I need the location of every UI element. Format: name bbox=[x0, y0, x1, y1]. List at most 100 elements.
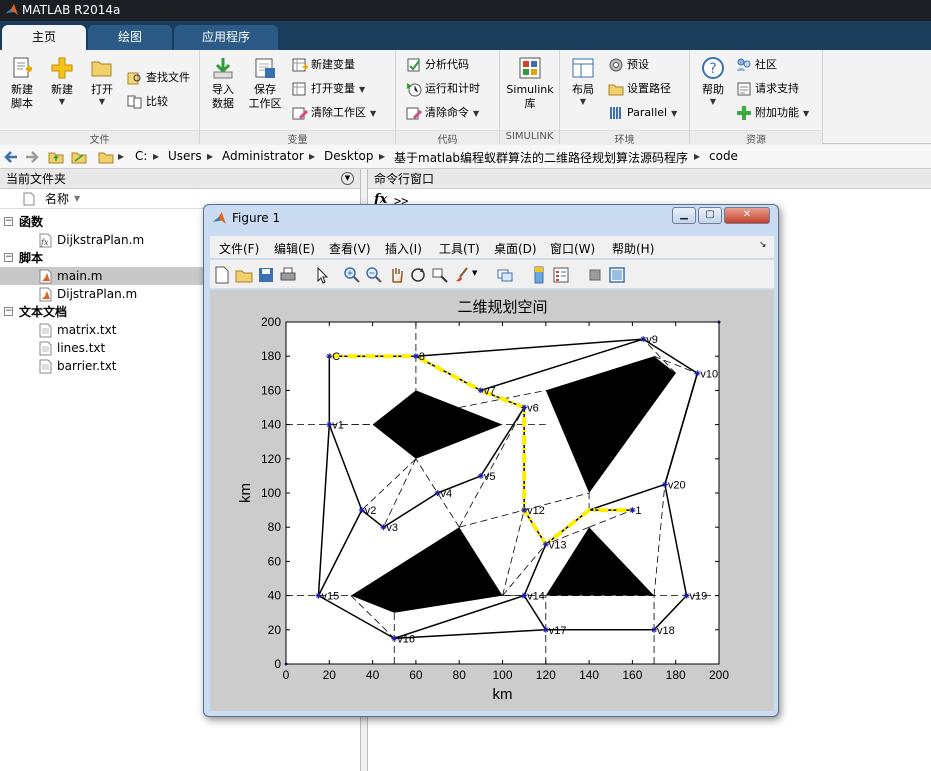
collapse-icon[interactable]: − bbox=[4, 253, 13, 262]
community-button[interactable]: 社区 bbox=[736, 55, 777, 75]
up-folder-icon[interactable] bbox=[48, 149, 64, 165]
collapse-icon[interactable]: − bbox=[4, 217, 13, 226]
open-icon[interactable] bbox=[235, 266, 253, 284]
zoom-in-icon[interactable] bbox=[343, 266, 361, 284]
minimize-button[interactable]: ▁ bbox=[672, 207, 696, 224]
open-variable-label: 打开变量 bbox=[311, 82, 355, 95]
brush-icon[interactable] bbox=[453, 266, 471, 284]
menu-window[interactable]: 窗口(W) bbox=[550, 240, 595, 257]
node-label: v15 bbox=[321, 591, 339, 603]
menu-insert[interactable]: 插入(I) bbox=[385, 240, 422, 257]
import-data-label: 导入 数据 bbox=[212, 83, 234, 110]
find-files-button[interactable]: 查找文件 bbox=[127, 68, 190, 88]
save-workspace-label: 保存 工作区 bbox=[248, 83, 282, 110]
collapse-icon[interactable]: − bbox=[4, 307, 13, 316]
maximize-button[interactable]: ▢ bbox=[698, 207, 722, 224]
breadcrumb-item[interactable]: Desktop bbox=[324, 149, 374, 163]
open-button[interactable]: 打开 ▼ bbox=[82, 56, 122, 107]
menu-view[interactable]: 查看(V) bbox=[329, 240, 371, 257]
parallel-button[interactable]: Parallel ▼ bbox=[608, 103, 677, 123]
close-button[interactable]: ✕ bbox=[724, 207, 770, 224]
figure-title-bar[interactable]: Figure 1 ▁ ▢ ✕ bbox=[204, 205, 778, 231]
chevron-down-icon[interactable]: ▼ bbox=[472, 269, 477, 277]
pointer-icon[interactable] bbox=[313, 266, 331, 284]
import-data-button[interactable]: 导入 数据 bbox=[203, 56, 243, 111]
simulink-library-button[interactable]: Simulink 库 bbox=[504, 56, 556, 111]
address-bar: ▸ C: ▸ Users ▸ Administrator ▸ Desktop ▸… bbox=[0, 145, 931, 169]
menu-file[interactable]: 文件(F) bbox=[219, 240, 259, 257]
clear-commands-button[interactable]: 清除命令 ▼ bbox=[406, 103, 479, 123]
y-axis-label: km bbox=[237, 483, 254, 503]
breadcrumb-item[interactable]: Users bbox=[168, 149, 202, 163]
show-plot-tools-icon[interactable] bbox=[608, 266, 626, 284]
colorbar-icon[interactable] bbox=[530, 266, 548, 284]
rotate-icon[interactable] bbox=[409, 266, 427, 284]
analyze-code-button[interactable]: 分析代码 bbox=[406, 55, 469, 75]
name-column-label: 名称 bbox=[45, 192, 70, 206]
chevron-down-icon: ▼ bbox=[671, 109, 678, 118]
panel-actions-icon[interactable]: ▼ bbox=[341, 172, 354, 185]
layout-button[interactable]: 布局 ▼ bbox=[563, 56, 603, 107]
back-arrow-icon[interactable] bbox=[3, 149, 19, 165]
x-tick-label: 200 bbox=[709, 668, 729, 682]
dock-arrow-icon[interactable]: ↘ bbox=[759, 240, 767, 250]
node-label: v7 bbox=[484, 385, 496, 397]
breadcrumb-item[interactable]: 基于matlab编程蚁群算法的二维路径规划算法源码程序 bbox=[394, 149, 688, 166]
chart[interactable]: C 8 v9 v10 v7 v6 v1 v5 v4 v20 v2 v12 1 v3 v13 v15 v14 v19… bbox=[210, 290, 774, 711]
save-icon[interactable] bbox=[257, 266, 275, 284]
tab-home[interactable]: 主页 bbox=[2, 25, 86, 50]
set-path-button[interactable]: 设置路径 bbox=[608, 79, 671, 99]
forward-arrow-icon[interactable] bbox=[24, 149, 40, 165]
hide-plot-tools-icon[interactable] bbox=[586, 266, 604, 284]
help-icon: ? bbox=[702, 57, 724, 79]
legend-icon[interactable] bbox=[552, 266, 570, 284]
zoom-out-icon[interactable] bbox=[365, 266, 383, 284]
script-file-icon bbox=[39, 269, 52, 284]
chevron-down-icon: ▼ bbox=[709, 97, 717, 106]
x-tick-label: 120 bbox=[536, 668, 556, 682]
app-title: MATLAB R2014a bbox=[22, 3, 121, 17]
print-icon[interactable] bbox=[279, 266, 297, 284]
menu-edit[interactable]: 编辑(E) bbox=[274, 240, 315, 257]
open-variable-button[interactable]: 打开变量 ▼ bbox=[292, 79, 365, 99]
menu-tools[interactable]: 工具(T) bbox=[439, 240, 480, 257]
request-support-button[interactable]: 请求支持 bbox=[736, 79, 799, 99]
breadcrumb-item[interactable]: Administrator bbox=[222, 149, 304, 163]
new-script-button[interactable]: 新建 脚本 bbox=[2, 56, 42, 111]
chevron-down-icon: ▼ bbox=[98, 97, 106, 106]
run-and-time-button[interactable]: 运行和计时 bbox=[406, 79, 480, 99]
group-label: 脚本 bbox=[19, 251, 44, 265]
ribbon-section-code: 分析代码 运行和计时 清除命令 ▼ 代码 bbox=[396, 50, 500, 146]
menu-help[interactable]: 帮助(H) bbox=[612, 240, 654, 257]
pan-icon[interactable] bbox=[387, 266, 405, 284]
tab-apps[interactable]: 应用程序 bbox=[174, 25, 278, 50]
browse-folder-icon[interactable] bbox=[71, 149, 87, 165]
link-icon[interactable] bbox=[496, 266, 514, 284]
ribbon-section-label: 环境 bbox=[560, 130, 689, 146]
compare-button[interactable]: 比较 bbox=[127, 92, 168, 112]
clear-workspace-button[interactable]: 清除工作区 ▼ bbox=[292, 103, 376, 123]
command-window-header: 命令行窗口 bbox=[368, 169, 931, 189]
breadcrumb-item[interactable]: code bbox=[709, 149, 738, 163]
clear-commands-label: 清除命令 bbox=[425, 106, 469, 119]
new-button[interactable]: 新建 ▼ bbox=[42, 56, 82, 107]
figure-window[interactable]: Figure 1 ▁ ▢ ✕ 文件(F) 编辑(E) 查看(V) 插入(I) 工… bbox=[203, 204, 779, 717]
node-label: v12 bbox=[527, 505, 545, 517]
new-figure-icon[interactable] bbox=[213, 266, 231, 284]
sort-arrow-icon: ▼ bbox=[74, 194, 81, 203]
node-label: v9 bbox=[646, 334, 658, 346]
tab-plots[interactable]: 绘图 bbox=[88, 25, 172, 50]
y-tick-label: 120 bbox=[261, 452, 281, 466]
data-cursor-icon[interactable] bbox=[431, 266, 449, 284]
help-button[interactable]: ? 帮助 ▼ bbox=[693, 56, 733, 107]
breadcrumb-item[interactable]: C: bbox=[135, 149, 147, 163]
preferences-button[interactable]: 预设 bbox=[608, 55, 649, 75]
new-variable-button[interactable]: 新建变量 bbox=[292, 55, 355, 75]
file-name: main.m bbox=[57, 269, 103, 283]
menu-desktop[interactable]: 桌面(D) bbox=[494, 240, 537, 257]
save-workspace-button[interactable]: 保存 工作区 bbox=[245, 56, 285, 111]
add-ons-button[interactable]: 附加功能 ▼ bbox=[736, 103, 809, 123]
node-label: v4 bbox=[441, 488, 453, 500]
figure-canvas[interactable]: C 8 v9 v10 v7 v6 v1 v5 v4 v20 v2 v12 1 v3 v13 v15 v14 v19… bbox=[210, 290, 774, 711]
file-type-icon bbox=[23, 192, 35, 206]
